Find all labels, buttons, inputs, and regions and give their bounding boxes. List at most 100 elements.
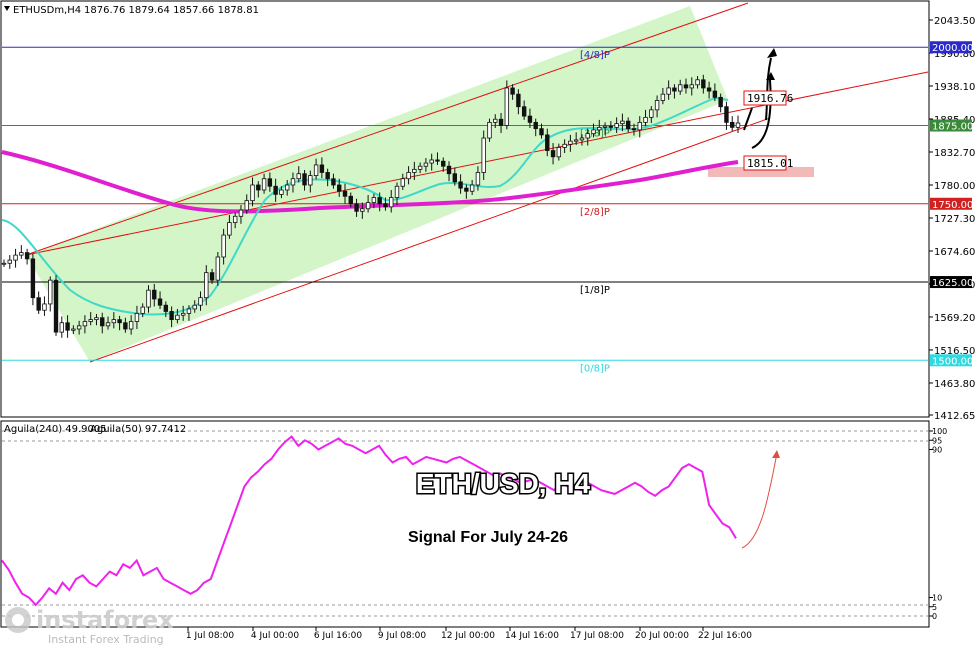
candle-body bbox=[100, 317, 105, 327]
brand-name: instaforex bbox=[36, 606, 174, 634]
candle-body bbox=[59, 322, 64, 333]
trading-chart-window: [4/8]P[3/8]P[2/8]P[1/8]P[0/8]P 1916.76 1… bbox=[0, 0, 976, 650]
price-tick-label: 1832.70 bbox=[934, 148, 975, 159]
candle-body bbox=[556, 147, 562, 158]
osc-tick-label: 10 bbox=[932, 594, 942, 603]
candle-body bbox=[296, 173, 301, 180]
candle-body bbox=[221, 234, 226, 258]
candle-body bbox=[383, 203, 388, 208]
osc-tick-label: 100 bbox=[932, 427, 947, 436]
candle-body bbox=[7, 259, 12, 264]
candle-body bbox=[117, 319, 122, 324]
candle-body bbox=[545, 134, 550, 151]
candle-body bbox=[227, 222, 232, 236]
candle-body bbox=[412, 168, 417, 173]
candle-body bbox=[284, 184, 290, 191]
candle-body bbox=[111, 319, 117, 324]
candle-body bbox=[337, 184, 342, 192]
candle-body bbox=[348, 195, 353, 205]
candle-body bbox=[562, 143, 567, 148]
candle-body bbox=[76, 325, 82, 330]
price-panel bbox=[0, 0, 930, 418]
candle-body bbox=[597, 126, 602, 131]
oscillator-axis: 1009590 1050 bbox=[929, 427, 947, 621]
candle-body bbox=[140, 306, 145, 314]
price-tick-label: 1412.65 bbox=[934, 411, 975, 422]
murray-label: [1/8]P bbox=[580, 285, 610, 296]
candle-body bbox=[435, 159, 440, 162]
candle-body bbox=[267, 178, 273, 187]
candle-body bbox=[394, 185, 400, 198]
murray-price-tag-label: 1500.00 bbox=[932, 356, 973, 367]
osc-tick-label: 5 bbox=[932, 603, 937, 612]
candle-body bbox=[180, 312, 186, 316]
candle-body bbox=[30, 258, 36, 299]
candle-body bbox=[186, 308, 192, 314]
price-tick-label: 1674.60 bbox=[934, 247, 975, 258]
candle-body bbox=[134, 312, 140, 322]
murray-label: [4/8]P bbox=[580, 50, 610, 61]
price-tick-label: 2043.50 bbox=[934, 16, 975, 27]
candle-body bbox=[666, 87, 671, 95]
candle-body bbox=[192, 304, 197, 310]
candle-body bbox=[342, 190, 348, 197]
candle-body bbox=[614, 123, 619, 128]
candle-body bbox=[406, 172, 411, 180]
candle-body bbox=[308, 175, 313, 186]
candle-body bbox=[701, 79, 706, 89]
candle-body bbox=[579, 137, 585, 141]
candle-body bbox=[42, 303, 47, 311]
chart-canvas: [4/8]P[3/8]P[2/8]P[1/8]P[0/8]P 1916.76 1… bbox=[0, 0, 975, 646]
candle-body bbox=[452, 173, 458, 183]
candle-body bbox=[24, 252, 30, 260]
candle-body bbox=[279, 189, 284, 195]
murray-label: [0/8]P bbox=[580, 363, 610, 374]
time-axis: 1 Jul 08:00 4 Jul 00:00 6 Jul 16:00 9 Jul 0… bbox=[186, 627, 752, 641]
candle-body bbox=[602, 125, 608, 128]
candle-body bbox=[504, 87, 510, 126]
time-tick-label: 6 Jul 16:00 bbox=[314, 631, 363, 641]
candle-body bbox=[539, 128, 544, 136]
indicator-label-2: Aguila(50) 97.7412 bbox=[90, 424, 186, 435]
candle-body bbox=[389, 197, 394, 208]
candle-body bbox=[157, 298, 163, 306]
candle-body bbox=[735, 122, 741, 128]
time-tick-label: 1 Jul 08:00 bbox=[186, 631, 235, 641]
candle-body bbox=[591, 129, 596, 135]
candle-body bbox=[481, 137, 486, 173]
candle-body bbox=[423, 162, 429, 167]
candle-body bbox=[625, 120, 631, 130]
candle-body bbox=[643, 116, 648, 123]
brand-logo-icon-inner bbox=[12, 614, 24, 626]
overlay-subtitle: Signal For July 24-26 bbox=[408, 529, 568, 546]
candle-body bbox=[516, 93, 521, 108]
candle-body bbox=[498, 118, 504, 126]
candle-body bbox=[48, 279, 53, 305]
candle-body bbox=[354, 203, 359, 212]
time-tick-label: 17 Jul 08:00 bbox=[570, 631, 624, 641]
candle-body bbox=[1, 262, 7, 265]
murray-price-tag-label: 1875.00 bbox=[932, 122, 973, 133]
candle-body bbox=[302, 173, 307, 186]
osc-tick-label: 90 bbox=[932, 446, 942, 455]
candle-body bbox=[469, 184, 475, 192]
candle-body bbox=[672, 87, 677, 92]
murray-label: [2/8]P bbox=[580, 207, 610, 218]
price-tick-label: 1727.30 bbox=[934, 214, 975, 225]
candle-body bbox=[620, 120, 625, 125]
candle-body bbox=[429, 159, 434, 164]
candle-body bbox=[493, 118, 498, 123]
candle-body bbox=[360, 208, 365, 212]
candle-body bbox=[458, 181, 463, 189]
candle-body bbox=[533, 121, 538, 130]
candle-body bbox=[82, 321, 88, 327]
candle-body bbox=[209, 272, 215, 281]
support-label: 1815.01 bbox=[747, 157, 793, 170]
candle-body bbox=[313, 164, 319, 176]
resistance-label: 1916.76 bbox=[747, 92, 793, 105]
time-tick-label: 14 Jul 16:00 bbox=[505, 631, 559, 641]
brand-tagline: Instant Forex Trading bbox=[48, 633, 164, 646]
candle-body bbox=[13, 254, 18, 261]
candle-body bbox=[654, 100, 660, 111]
indicator-panel bbox=[0, 420, 930, 628]
